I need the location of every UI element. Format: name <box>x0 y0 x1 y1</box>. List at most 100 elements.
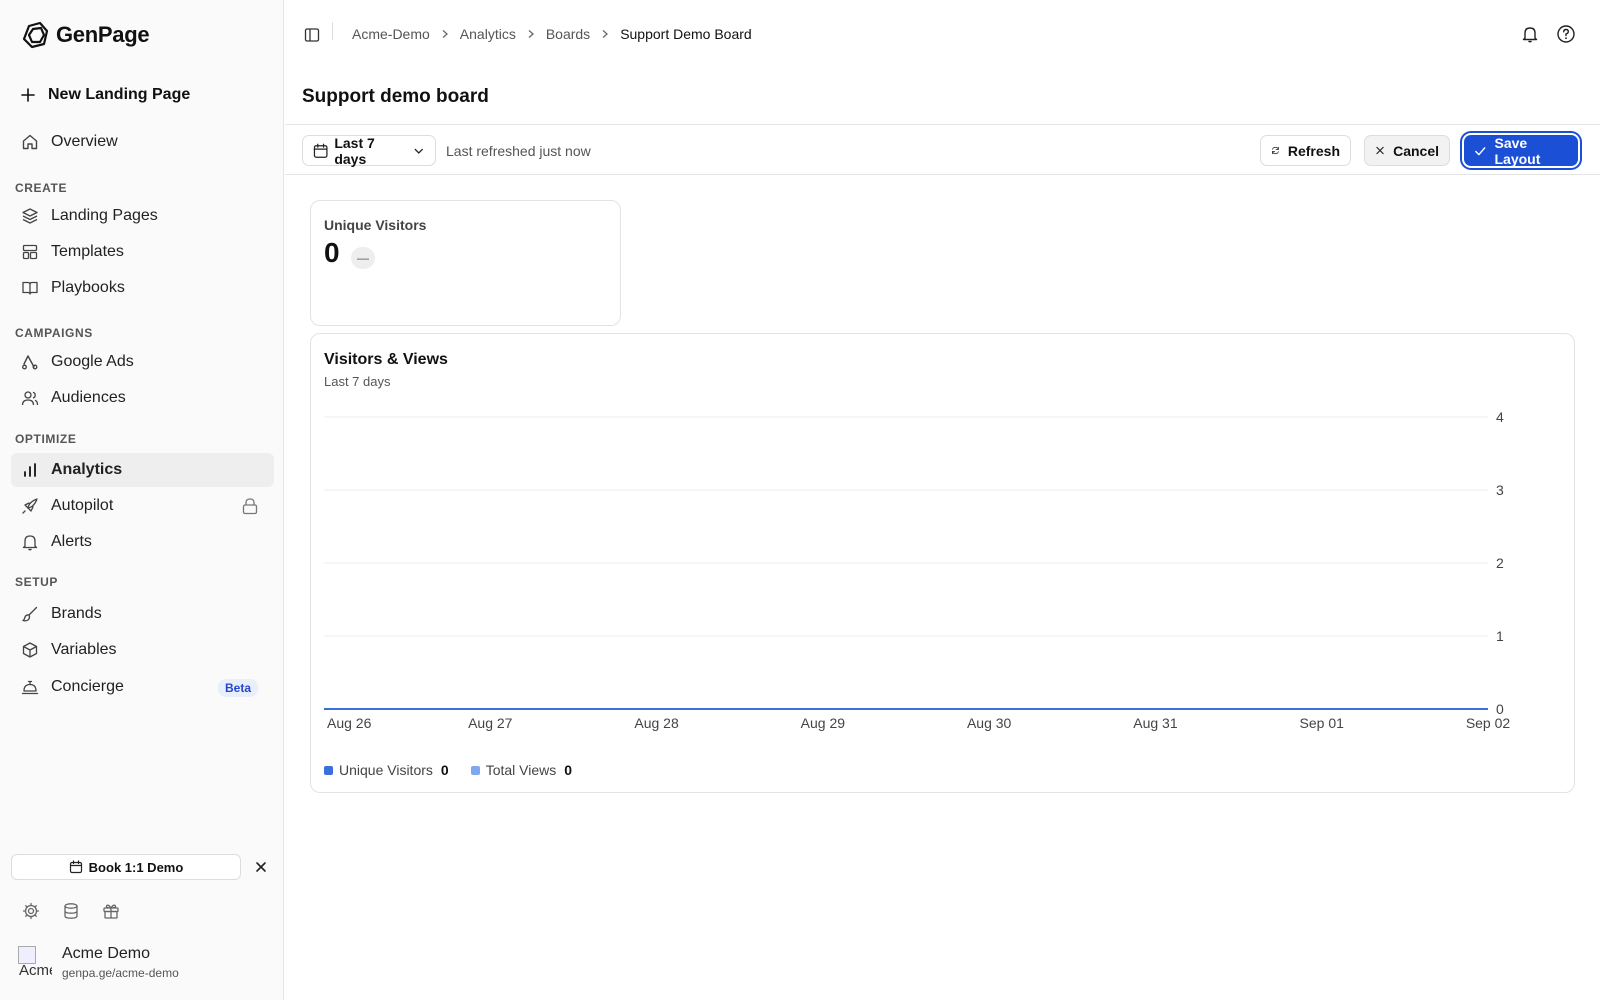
brand-name: GenPage <box>56 22 150 47</box>
sidebar-item-audiences[interactable]: Audiences <box>11 381 274 415</box>
sidebar-item-brands[interactable]: Brands <box>11 597 274 631</box>
cancel-label: Cancel <box>1393 142 1439 159</box>
unique-visitors-card[interactable]: Unique Visitors 0 — <box>310 200 621 326</box>
sidebar-item-variables[interactable]: Variables <box>11 633 274 667</box>
legend-item-unique-visitors[interactable]: Unique Visitors 0 <box>324 762 449 778</box>
account-url: genpa.ge/acme-demo <box>62 966 179 980</box>
sidebar-item-overview[interactable]: Overview <box>11 125 274 159</box>
new-landing-page-button[interactable]: New Landing Page <box>20 86 190 104</box>
breadcrumb: Acme-Demo Analytics Boards Support Demo … <box>352 26 752 42</box>
date-range-value: Last 7 days <box>334 134 375 167</box>
concierge-bell-icon <box>21 680 39 695</box>
visitors-views-chart-card[interactable]: Visitors & Views Last 7 days 0 1 2 3 4 Aug 26… <box>310 333 1575 793</box>
sidebar-item-concierge[interactable]: Concierge Beta <box>11 670 274 704</box>
sidebar-item-label: Landing Pages <box>51 207 158 224</box>
brand-logo[interactable]: GenPage <box>20 20 150 50</box>
kpi-label: Unique Visitors <box>324 217 427 233</box>
sidebar-item-label: Templates <box>51 243 124 260</box>
x-tick-label: Aug 26 <box>327 715 372 731</box>
sidebar-item-landing-pages[interactable]: Landing Pages <box>11 199 274 233</box>
sidebar-item-label: Audiences <box>51 389 126 406</box>
cube-icon <box>22 642 38 658</box>
plus-icon <box>21 88 35 102</box>
lock-icon <box>242 498 258 515</box>
sidebar-item-label: Analytics <box>51 461 123 478</box>
board-toolbar: Last 7 days Last refreshed just now Refr… <box>285 124 1600 175</box>
sidebar-toggle-icon[interactable] <box>304 27 320 43</box>
chevron-right-icon <box>442 30 448 38</box>
y-tick-label: 3 <box>1496 482 1504 498</box>
bar-chart-icon <box>24 463 36 477</box>
legend-value: 0 <box>440 762 449 778</box>
sidebar-item-autopilot[interactable]: Autopilot <box>11 489 274 523</box>
cancel-button[interactable]: Cancel <box>1364 135 1450 166</box>
check-icon <box>1475 146 1486 155</box>
legend-swatch <box>470 765 480 775</box>
legend-item-total-views[interactable]: Total Views 0 <box>470 762 572 778</box>
gear-icon[interactable] <box>22 902 40 920</box>
new-landing-page-label: New Landing Page <box>48 86 191 103</box>
home-icon <box>22 134 38 150</box>
sidebar-item-google-ads[interactable]: Google Ads <box>11 345 274 379</box>
header-actions <box>1520 24 1576 44</box>
calendar-icon <box>69 860 82 874</box>
legend-label: Unique Visitors <box>339 762 433 778</box>
chevron-right-icon <box>602 30 609 38</box>
x-tick-label: Aug 31 <box>1133 715 1178 731</box>
sidebar-item-playbooks[interactable]: Playbooks <box>11 271 274 305</box>
save-layout-label: Save Layout <box>1494 134 1541 167</box>
google-ads-icon <box>22 355 38 370</box>
users-icon <box>21 391 39 406</box>
save-layout-button[interactable]: Save Layout <box>1464 134 1578 167</box>
date-range-select[interactable]: Last 7 days <box>302 134 436 167</box>
notifications-bell-icon[interactable] <box>1520 24 1540 44</box>
chevron-down-icon <box>414 148 424 154</box>
rocket-icon <box>22 498 38 514</box>
sidebar-item-alerts[interactable]: Alerts <box>11 525 274 559</box>
bell-icon <box>22 535 38 551</box>
chart-legend: Unique Visitors 0 Total Views 0 <box>324 762 572 778</box>
sidebar-item-templates[interactable]: Templates <box>11 235 274 269</box>
line-chart: 01234Aug 26 Aug 27 Aug 28 Aug 29 Aug 30 Aug 3… <box>324 409 1510 731</box>
refresh-button[interactable]: Refresh <box>1260 135 1351 166</box>
account-name: Acme Demo <box>62 945 151 962</box>
gift-icon[interactable] <box>102 902 120 920</box>
sidebar-item-label: Overview <box>51 133 118 150</box>
sidebar-item-label: Variables <box>51 641 117 658</box>
breadcrumb-item[interactable]: Acme-Demo <box>352 26 430 42</box>
sidebar-item-analytics[interactable]: Analytics <box>11 453 274 487</box>
chevron-right-icon <box>528 30 534 38</box>
help-icon[interactable] <box>1556 24 1576 44</box>
y-tick-label: 1 <box>1496 628 1504 644</box>
breadcrumb-item[interactable]: Boards <box>546 26 590 42</box>
sidebar-utility-icons <box>22 902 120 920</box>
calendar-icon <box>313 143 328 158</box>
close-icon <box>1376 146 1384 155</box>
section-label-create: CREATE <box>15 181 68 195</box>
book-open-icon <box>22 281 38 295</box>
book-demo-label: Book 1:1 Demo <box>88 859 184 875</box>
sidebar-item-label: Autopilot <box>51 497 114 514</box>
brush-icon <box>22 606 38 622</box>
beta-badge: Beta <box>217 679 258 697</box>
x-tick-label: Aug 30 <box>967 715 1012 731</box>
top-bar: Acme-Demo Analytics Boards Support Demo … <box>285 0 1600 70</box>
x-tick-label: Sep 01 <box>1300 715 1345 731</box>
main-content: Acme-Demo Analytics Boards Support Demo … <box>285 0 1600 1000</box>
breadcrumb-item[interactable]: Analytics <box>460 26 516 42</box>
legend-label: Total Views <box>485 762 557 778</box>
avatar-alt-text: Acme <box>19 961 52 979</box>
y-tick-label: 2 <box>1496 555 1504 571</box>
section-label-optimize: OPTIMIZE <box>15 432 77 446</box>
x-tick-label: Aug 27 <box>468 715 513 731</box>
avatar: Acme <box>18 945 52 980</box>
sidebar-item-label: Brands <box>51 605 102 622</box>
close-icon[interactable] <box>253 859 269 875</box>
kpi-value: 0 <box>324 237 340 268</box>
refresh-icon <box>1272 146 1279 155</box>
divider <box>332 22 333 40</box>
x-tick-label: Aug 29 <box>801 715 846 731</box>
database-icon[interactable] <box>62 902 80 920</box>
account-switcher[interactable]: Acme Acme Demo genpa.ge/acme-demo <box>18 945 179 980</box>
book-demo-button[interactable]: Book 1:1 Demo <box>11 854 241 880</box>
